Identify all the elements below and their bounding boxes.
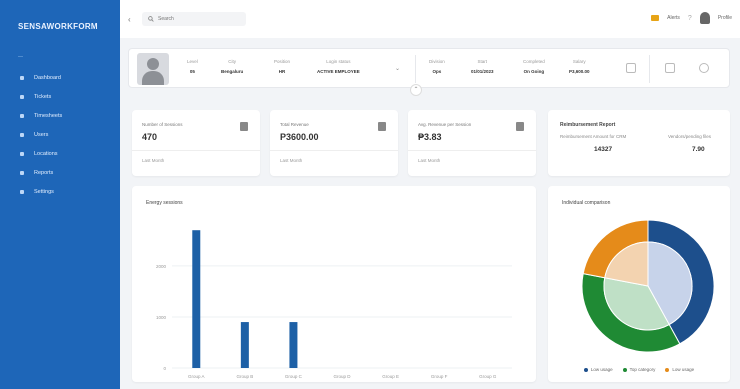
stat-card-avg-revenue: Avg. Revenue per Session ₱3.83 Last Mont… [408,110,536,176]
collapse-toggle[interactable]: ⌃ [410,84,422,96]
stat-card-sessions: Number of Sessions 470 Last Month [132,110,260,176]
divider [415,55,416,83]
brand-logo[interactable]: SENSAWORKFORM [18,22,98,31]
x-tick-label: Group F [431,374,448,379]
sidebar-item-locations[interactable]: Locations [0,144,120,163]
report-label: Vendors/pending files [668,134,712,139]
stat-footer: Last Month [142,158,165,163]
profile-strip: Level 05 City Bengaluru Position HR Login s… [128,48,730,88]
back-arrow-icon[interactable]: ‹ [128,15,131,24]
sidebar-item-label: Reports [34,169,54,176]
legend-item: Low usage [583,367,613,372]
y-tick-label: 1000 [156,315,167,320]
report-icon [20,170,24,175]
profile-avatar [137,53,169,85]
report-value: 14327 [594,146,613,153]
legend-item: Top category [622,367,655,372]
sidebar-item-timesheets[interactable]: Timesheets [0,106,120,125]
clock-icon [20,113,24,118]
top-right-actions: Alerts ? Profile [651,12,732,24]
stat-label: Total Revenue [280,122,309,127]
divider [649,55,650,83]
bar[interactable] [192,230,201,368]
user-label[interactable]: Profile [718,15,732,21]
sidebar-item-label: Timesheets [34,112,63,119]
search-input[interactable] [158,16,238,22]
sidebar-nav: Dashboard Tickets Timesheets Users Locat… [0,68,120,201]
sidebar-item-label: Settings [34,188,54,195]
x-tick-label: Group E [382,374,399,379]
user-avatar[interactable] [699,12,710,24]
x-tick-label: Group C [285,374,303,379]
document-icon[interactable] [665,63,675,73]
brand-subtitle: — [18,54,23,60]
profile-field: Salary P3,600.00 [569,59,590,74]
chevron-down-icon[interactable]: ⌄ [395,65,400,72]
card-title: Reimbursement Report [560,122,616,128]
profile-field: City Bengaluru [221,59,244,74]
profile-field: Start 01/01/2023 [471,59,494,74]
sidebar-item-label: Users [34,131,49,138]
bar-chart-card: Energy sessions 0 1000 2000 Group A Group BG… [132,186,536,382]
cart-icon [240,122,248,131]
profile-field: Login status ACTIVE EMPLOYEE [317,59,360,74]
x-tick-label: Group G [479,374,497,379]
sidebar: SENSAWORKFORM — Dashboard Tickets Timesh… [0,0,120,389]
stat-label: Avg. Revenue per Session [418,122,472,127]
donut-chart-card: Individual comparison Low usage Top cate… [548,186,730,382]
reimbursement-card: Reimbursement Report Reimbursement Amoun… [548,110,730,176]
pin-icon [20,151,24,156]
y-tick-label: 2000 [156,264,167,269]
camera-icon[interactable] [626,63,636,73]
sidebar-item-label: Locations [34,150,58,157]
x-tick-label: Group A [188,374,205,379]
settings-icon[interactable] [699,63,709,73]
notification-icon[interactable] [651,15,660,21]
gear-icon [20,189,24,194]
report-label: Reimbursement Amount for CRM [560,134,627,139]
y-tick-label: 0 [163,366,166,371]
profile-field: Level 05 [187,59,198,74]
chart-legend: Low usage Top category Low usage [548,367,730,372]
stat-value: 470 [142,132,158,142]
sidebar-item-label: Tickets [34,93,52,100]
stat-card-revenue: Total Revenue P3600.00 Last Month [270,110,398,176]
search-box [142,12,246,26]
stat-value: ₱3.83 [418,132,442,142]
sidebar-item-tickets[interactable]: Tickets [0,87,120,106]
bar[interactable] [240,322,249,368]
sidebar-item-dashboard[interactable]: Dashboard [0,68,120,87]
user-icon [20,132,24,137]
sidebar-item-label: Dashboard [34,74,61,81]
x-tick-label: Group B [236,374,253,379]
legend-item: Low usage [665,367,694,372]
dashboard-icon [20,75,24,80]
sidebar-item-reports[interactable]: Reports [0,163,120,182]
ticket-icon [20,94,24,99]
stat-value: P3600.00 [280,132,319,142]
help-icon[interactable]: ? [688,15,692,22]
search-icon [148,16,154,22]
stat-label: Number of Sessions [142,122,183,127]
profile-field: Completed On Going [523,59,545,74]
sidebar-item-settings[interactable]: Settings [0,182,120,201]
bar-chart: 0 1000 2000 Group A Group B Group C Group D Gro… [156,230,512,379]
stat-footer: Last Month [280,158,303,163]
document-icon [516,122,524,131]
stat-footer: Last Month [418,158,441,163]
profile-field: Position HR [274,59,291,74]
top-bar: ‹ Alerts ? Profile [120,0,740,38]
donut-chart [581,219,715,353]
wallet-icon [378,122,386,131]
bar[interactable] [289,322,298,368]
x-tick-label: Group D [333,374,351,379]
sidebar-item-users[interactable]: Users [0,125,120,144]
notification-label[interactable]: Alerts [667,15,680,21]
profile-field: Division Ops [429,59,445,74]
report-value: 7.90 [692,146,705,153]
